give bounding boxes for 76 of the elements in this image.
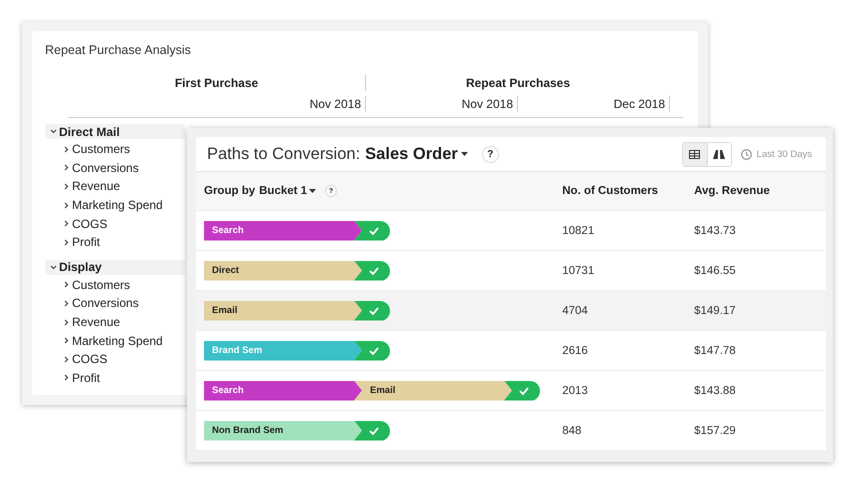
tree-item[interactable]: Profit bbox=[72, 235, 100, 250]
check-icon bbox=[519, 386, 529, 394]
road-icon bbox=[713, 150, 726, 158]
table-icon bbox=[689, 150, 700, 158]
check-icon bbox=[369, 306, 379, 314]
object-dropdown[interactable]: Sales Order bbox=[360, 144, 468, 164]
tree-group-row[interactable]: Display bbox=[45, 260, 185, 275]
path-step: Email bbox=[354, 380, 512, 400]
tree-item[interactable]: COGS bbox=[72, 216, 108, 231]
chevron-right-icon[interactable] bbox=[64, 356, 69, 363]
table-cell-text: $143.88 bbox=[694, 384, 737, 396]
check-icon bbox=[369, 346, 379, 354]
chevron-right-icon[interactable] bbox=[64, 146, 69, 153]
table-row[interactable]: Email 4704 $149.17 bbox=[196, 291, 826, 331]
column-header: Nov 2018 bbox=[366, 96, 518, 112]
tree-item[interactable]: Marketing Spend bbox=[72, 198, 163, 212]
tree-item[interactable]: COGS bbox=[72, 352, 108, 366]
caret-icon bbox=[460, 152, 468, 156]
bucket-dropdown[interactable]: Bucket 1 bbox=[255, 185, 316, 197]
panel-title: Paths to Conversion: bbox=[207, 144, 360, 164]
group-label: Direct Mail bbox=[59, 124, 120, 138]
chevron-down-icon[interactable] bbox=[50, 264, 57, 270]
table-cell-text: $143.73 bbox=[694, 224, 737, 236]
clock-icon bbox=[740, 148, 752, 160]
path-step: Brand Sem bbox=[204, 340, 362, 360]
path-step: Non Brand Sem bbox=[204, 420, 362, 440]
column-header: Avg. Revenue bbox=[694, 185, 771, 197]
column-group-header: Repeat Purchases bbox=[464, 75, 572, 91]
chevron-right-icon[interactable] bbox=[64, 220, 69, 228]
caret-icon bbox=[309, 189, 316, 193]
column-header: No. of Customers bbox=[562, 185, 660, 197]
tree-item[interactable]: Marketing Spend bbox=[72, 334, 163, 348]
tree-item[interactable]: Conversions bbox=[72, 296, 139, 310]
table-cell-text: 10731 bbox=[562, 264, 596, 276]
tree-item[interactable]: Revenue bbox=[72, 179, 120, 194]
table-cell-text: 4704 bbox=[562, 304, 589, 316]
column-header: Nov 2018 bbox=[68, 96, 366, 112]
table-cell-text: 2616 bbox=[562, 344, 589, 356]
check-icon bbox=[369, 266, 379, 274]
chevron-right-icon[interactable] bbox=[64, 337, 69, 344]
check-icon bbox=[369, 226, 379, 234]
column-header: Dec 2018 bbox=[518, 96, 670, 112]
tree-item[interactable]: Customers bbox=[72, 278, 130, 292]
path-step: Search bbox=[204, 380, 362, 400]
path-step: Direct bbox=[204, 260, 362, 280]
group-by-label: Group by bbox=[204, 185, 256, 197]
check-icon bbox=[369, 426, 379, 434]
view-button[interactable] bbox=[682, 142, 707, 166]
chevron-right-icon[interactable] bbox=[64, 300, 69, 307]
chevron-right-icon[interactable] bbox=[64, 202, 69, 209]
table-cell-text: $147.78 bbox=[694, 344, 737, 356]
table-cell-text: $146.55 bbox=[694, 264, 737, 276]
tree-item[interactable]: Customers bbox=[72, 142, 130, 156]
table-cell-text: $157.29 bbox=[694, 424, 737, 436]
tree-item[interactable]: Conversions bbox=[72, 160, 139, 175]
chevron-right-icon[interactable] bbox=[64, 374, 69, 382]
table-cell-text: 848 bbox=[562, 424, 582, 436]
chevron-down-icon[interactable] bbox=[50, 129, 57, 134]
help-button[interactable]: ? bbox=[482, 146, 499, 162]
chevron-right-icon[interactable] bbox=[64, 318, 69, 326]
table-cell-text: 10821 bbox=[562, 224, 596, 236]
chevron-right-icon[interactable] bbox=[64, 164, 69, 172]
view-button[interactable] bbox=[706, 142, 731, 166]
tree-group-row[interactable]: Direct Mail bbox=[45, 124, 185, 139]
chevron-right-icon[interactable] bbox=[64, 238, 69, 246]
column-group-header: First Purchase bbox=[68, 75, 366, 91]
tree-item[interactable]: Profit bbox=[72, 370, 100, 385]
tree-item[interactable]: Revenue bbox=[72, 315, 120, 330]
chevron-right-icon[interactable] bbox=[64, 182, 69, 190]
table-cell-text: $149.17 bbox=[694, 304, 737, 316]
path-step: Email bbox=[204, 300, 362, 320]
table-cell-text: 2013 bbox=[562, 384, 589, 396]
path-step: Search bbox=[204, 220, 362, 240]
group-label: Display bbox=[59, 260, 102, 274]
chevron-right-icon[interactable] bbox=[64, 281, 69, 288]
panel-title: Repeat Purchase Analysis bbox=[44, 42, 192, 59]
